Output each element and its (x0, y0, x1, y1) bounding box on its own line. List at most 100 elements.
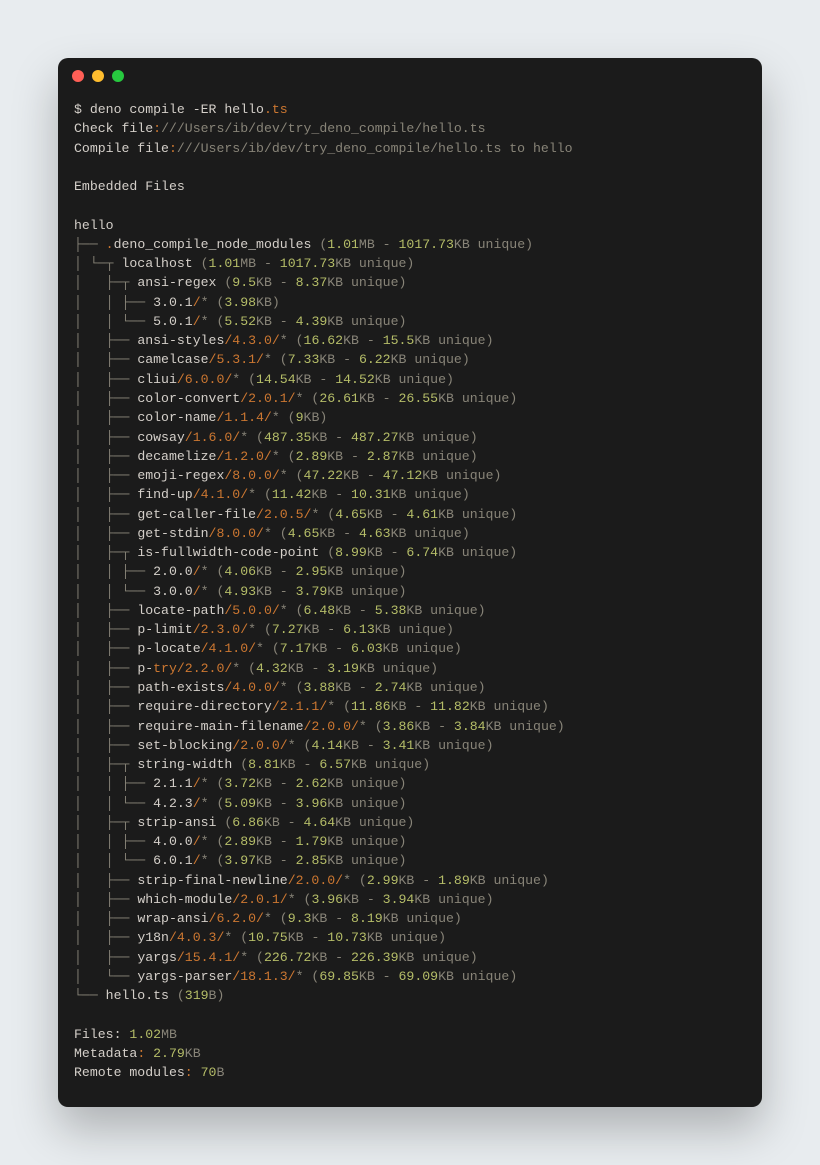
file-tree: ├── .deno_compile_node_modules (1.01MB -… (74, 235, 746, 1006)
tree-item-size: 6.48 (304, 603, 336, 618)
tree-item-name: 3.0.1 (153, 295, 193, 310)
tree-item-version: /4.1.0/ (193, 487, 248, 502)
tree-item-name: is-fullwidth-code-point (137, 545, 319, 560)
tree-item-version: /2.2.0/ (177, 661, 232, 676)
tree-bars: │ ├── (74, 950, 137, 965)
tree-item-name: yargs-parser (137, 969, 232, 984)
tree-item-unique-size: 1017.73 (399, 237, 454, 252)
tree-item-version: / (193, 834, 201, 849)
tree-bars: │ └── (74, 969, 137, 984)
tree-item-size: 2.89 (296, 449, 328, 464)
titlebar (58, 58, 762, 94)
tree-item-version: / (193, 853, 201, 868)
close-icon[interactable] (72, 70, 84, 82)
tree-bars: │ ├── (74, 372, 137, 387)
tree-bars: │ │ ├── (74, 295, 153, 310)
tree-item-name: require-directory (137, 699, 272, 714)
tree-item-size: 3.96 (311, 892, 343, 907)
tree-item-size: 4.65 (335, 507, 367, 522)
tree-item-name: string-width (137, 757, 232, 772)
tree-item-unique-size: 2.85 (296, 853, 328, 868)
tree-bars: │ ├── (74, 622, 137, 637)
tree-item-name: 2.1.1 (153, 776, 193, 791)
tree-bars: │ ├── (74, 430, 137, 445)
tree-item-size: 47.22 (304, 468, 344, 483)
tree-bars: │ ├── (74, 699, 137, 714)
tree-item-version: / (193, 314, 201, 329)
tree-item-unique-size: 47.12 (383, 468, 423, 483)
tree-item-size: 3.86 (383, 719, 415, 734)
tree-item-name: decamelize (137, 449, 216, 464)
tree-item-size: 11.42 (272, 487, 312, 502)
tree-item-version: /5.3.1/ (209, 352, 264, 367)
tree-item-unique-size: 69.09 (399, 969, 439, 984)
tree-item-size: 487.35 (264, 430, 311, 445)
tree-item-version: /2.0.0/ (304, 719, 359, 734)
tree-item-unique-size: 226.39 (351, 950, 398, 965)
tree-bars: │ │ └── (74, 314, 153, 329)
tree-item-size: 1.01 (209, 256, 241, 271)
tree-item-version: / (193, 295, 201, 310)
minimize-icon[interactable] (92, 70, 104, 82)
tree-item-version: /2.3.0/ (193, 622, 248, 637)
tree-item-name: p-locate (137, 641, 200, 656)
tree-bars: │ ├── (74, 468, 137, 483)
tree-bars: │ ├── (74, 873, 137, 888)
check-path: ///Users/ib/dev/try_deno_compile/hello.t… (161, 121, 485, 136)
tree-item-name: ansi-styles (137, 333, 224, 348)
tree-item-unique-size: 1017.73 (280, 256, 335, 271)
tree-item-name: 4.0.0 (153, 834, 193, 849)
tree-bars: │ ├── (74, 603, 137, 618)
dot: . (264, 102, 272, 117)
tree-item-size: 3.72 (224, 776, 256, 791)
tree-bars: │ │ └── (74, 584, 153, 599)
tree-item-size: 7.17 (280, 641, 312, 656)
tree-item-version: /6.0.0/ (177, 372, 232, 387)
tree-item-name: strip-final-newline (137, 873, 287, 888)
tree-item-size: 6.86 (232, 815, 264, 830)
files-label: Files: (74, 1027, 129, 1042)
tree-item-size: 3.88 (304, 680, 336, 695)
tree-item-size: 7.33 (288, 352, 320, 367)
tree-item-unique-size: 6.22 (359, 352, 391, 367)
tree-bars: │ ├── (74, 487, 137, 502)
tree-item-unique-size: 6.74 (406, 545, 438, 560)
tree-item-name: localhost (121, 256, 192, 271)
command-ext: ts (272, 102, 288, 117)
tree-bars: │ ├── (74, 680, 137, 695)
tree-item-name: color-convert (137, 391, 240, 406)
tree-item-size: 4.93 (224, 584, 256, 599)
tree-item-unique-size: 15.5 (383, 333, 415, 348)
root-name: hello (74, 218, 114, 233)
tree-item-size: 8.81 (248, 757, 280, 772)
tree-item-size: 8.99 (335, 545, 367, 560)
metadata-label: Metadata (74, 1046, 137, 1061)
tree-item-version: / (193, 796, 201, 811)
tree-item-version: /5.0.0/ (224, 603, 279, 618)
tree-item-size: 26.61 (319, 391, 359, 406)
tree-item-unique-size: 3.79 (296, 584, 328, 599)
remote-size: 70 (201, 1065, 217, 1080)
tree-item-size: 10.75 (248, 930, 288, 945)
tree-item-unique-size: 3.41 (383, 738, 415, 753)
command-text: deno compile -ER hello (90, 102, 264, 117)
tree-bars: │ ├── (74, 911, 137, 926)
tree-item-name: get-stdin (137, 526, 208, 541)
tree-item-unique-size: 10.73 (327, 930, 367, 945)
tree-item-version: /2.0.5/ (256, 507, 311, 522)
tree-item-unique-size: 4.63 (359, 526, 391, 541)
zoom-icon[interactable] (112, 70, 124, 82)
tree-item-name: require-main-filename (137, 719, 303, 734)
tree-bars: │ ├── (74, 930, 137, 945)
tree-item-version: /2.0.1/ (240, 391, 295, 406)
tree-item-unique-size: 3.94 (383, 892, 415, 907)
files-size: 1.02 (129, 1027, 161, 1042)
tree-bars: │ │ └── (74, 796, 153, 811)
tree-item-size: 2.99 (367, 873, 399, 888)
files-unit: MB (161, 1027, 177, 1042)
tree-item-name: 4.2.3 (153, 796, 193, 811)
tree-item-name: locate-path (137, 603, 224, 618)
tree-item-unique-size: 2.95 (296, 564, 328, 579)
tree-bars: │ │ ├── (74, 776, 153, 791)
tree-item-unique-size: 4.61 (406, 507, 438, 522)
